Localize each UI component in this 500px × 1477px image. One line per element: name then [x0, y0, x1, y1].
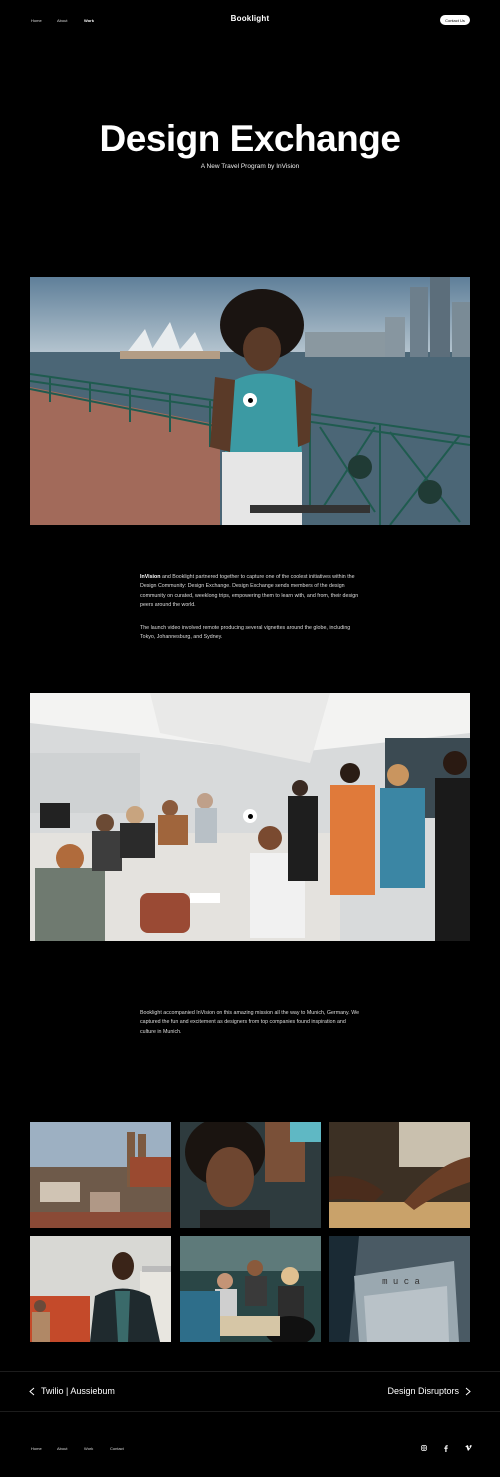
invision-link[interactable]: InVision — [140, 574, 161, 580]
munich-skyline-image — [30, 1122, 171, 1228]
intro-text: and Booklight partnered together to capt… — [140, 574, 359, 608]
designer-portrait-image — [180, 1122, 321, 1228]
group-dinner-image — [180, 1236, 321, 1342]
facebook-icon[interactable] — [442, 1445, 450, 1454]
play-button[interactable] — [243, 393, 257, 407]
video-workshop[interactable] — [30, 693, 470, 941]
site-logo[interactable]: Booklight — [0, 14, 500, 23]
gallery-mucja-sign[interactable]: m u c a — [329, 1236, 470, 1342]
page-subtitle: A New Travel Program by InVision — [200, 163, 300, 170]
gallery-designer-portrait[interactable] — [180, 1122, 321, 1228]
chevron-left-icon — [29, 1387, 35, 1395]
mucja-sign-text: m u c a — [382, 1277, 420, 1287]
divider — [0, 1371, 500, 1372]
hands-sketch-image — [329, 1122, 470, 1228]
gallery-hands-sketch[interactable] — [329, 1122, 470, 1228]
gallery-group-dinner[interactable] — [180, 1236, 321, 1342]
man-portrait-image — [30, 1236, 171, 1342]
intro-paragraph: InVision and Booklight partnered togethe… — [140, 573, 362, 610]
divider — [0, 1411, 500, 1412]
next-project-link[interactable]: Design Disruptors — [387, 1386, 471, 1396]
prev-project-link[interactable]: Twilio | Aussiebum — [29, 1386, 115, 1396]
mucja-sign-image: m u c a — [329, 1236, 470, 1342]
footer-work[interactable]: Work — [84, 1446, 93, 1451]
next-project-label: Design Disruptors — [387, 1386, 459, 1396]
contact-us-button[interactable]: Contact Us — [440, 15, 470, 25]
video-sydney[interactable] — [30, 277, 470, 525]
footer-about[interactable]: About — [57, 1446, 67, 1451]
intro-paragraph-2: The launch video involved remote produci… — [140, 625, 351, 641]
gallery-man-portrait[interactable] — [30, 1236, 171, 1342]
gallery-munich-skyline[interactable] — [30, 1122, 171, 1228]
page-title: Design Exchange — [99, 118, 401, 159]
vimeo-icon[interactable] — [464, 1445, 472, 1453]
play-button-2[interactable] — [243, 809, 257, 823]
munich-paragraph: Booklight accompanied InVision on this a… — [140, 1010, 360, 1035]
footer-home[interactable]: Home — [31, 1446, 42, 1451]
instagram-icon[interactable] — [420, 1445, 428, 1453]
footer-contact[interactable]: Contact — [110, 1446, 124, 1451]
prev-project-label: Twilio | Aussiebum — [41, 1386, 115, 1396]
chevron-right-icon — [465, 1387, 471, 1395]
